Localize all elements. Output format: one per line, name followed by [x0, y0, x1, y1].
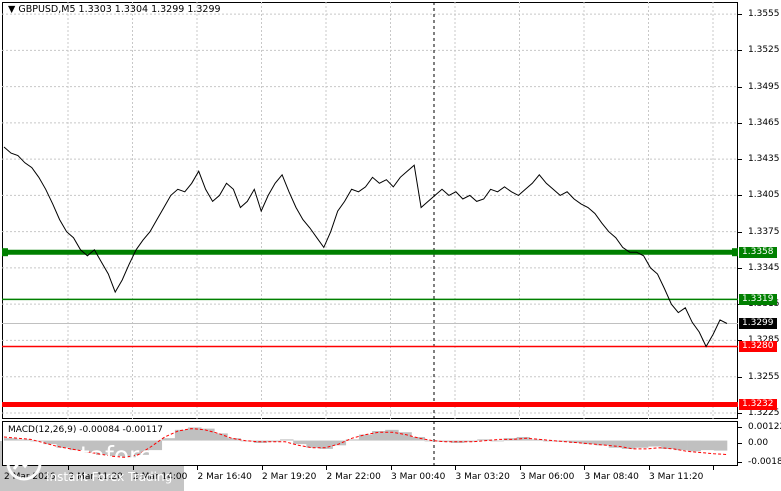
macd-bar	[516, 436, 531, 441]
macd-bar	[477, 439, 491, 441]
time-axis-label: 2 Mar 22:00	[326, 472, 381, 482]
macd-bar	[188, 427, 202, 441]
macd-bar	[319, 440, 333, 449]
level-tag-1280: 1.3280	[739, 340, 777, 352]
time-axis-label: 3 Mar 06:00	[520, 472, 575, 482]
macd-scale[interactable]: 0.00122 0.00 -0.00188	[738, 421, 781, 467]
macd-bar	[648, 440, 662, 447]
macd-bar	[687, 440, 702, 452]
macd-bar	[661, 440, 675, 449]
macd-bar	[30, 440, 44, 442]
macd-scale-bottom: -0.00188	[748, 457, 781, 467]
level-tag-1358: 1.3358	[739, 246, 777, 258]
ohlc-values: 1.3303 1.3304 1.3299 1.3299	[78, 4, 221, 15]
macd-bar	[595, 440, 609, 446]
macd-bar	[700, 440, 715, 451]
macd-bar	[240, 440, 255, 442]
chart-grid	[2, 2, 738, 419]
logo-tagline: Instant Forex Trading	[46, 470, 173, 484]
logo-name: instaforex	[44, 441, 169, 470]
instaforex-logo: instaforex Instant Forex Trading	[0, 441, 184, 491]
time-axis-label: 3 Mar 00:40	[391, 472, 446, 482]
level-tag-1232: 1.3232	[739, 398, 777, 410]
macd-bar	[280, 439, 294, 441]
chart-title: ▼ GBPUSD,M5 1.3303 1.3304 1.3299 1.3299	[8, 4, 221, 15]
macd-bar	[674, 440, 688, 451]
level-marker-left	[2, 248, 8, 257]
symbol-label: GBPUSD,M5	[18, 4, 76, 15]
level-tag-1319: 1.3319	[739, 293, 777, 305]
macd-bar	[4, 438, 18, 441]
current-price-tag: 1.3299	[739, 318, 777, 329]
price-scale[interactable]: 1.3555 1.3525 1.3495 1.3465 1.3435 1.3405 1.33…	[738, 2, 781, 419]
time-axis-label: 2 Mar 16:40	[197, 472, 252, 482]
time-axis-label: 3 Mar 03:20	[455, 472, 510, 482]
time-axis-label: 3 Mar 11:20	[649, 472, 704, 482]
logo-icon	[6, 445, 42, 481]
macd-bar	[556, 440, 570, 442]
price-scale-label: 1.3435	[748, 154, 780, 165]
price-series	[3, 146, 728, 348]
macd-bar	[201, 428, 215, 441]
macd-bar	[293, 440, 307, 445]
macd-bar	[450, 440, 465, 443]
time-axis-label: 3 Mar 08:40	[584, 472, 639, 482]
price-scale-label: 1.3375	[748, 226, 780, 237]
macd-bar	[490, 440, 504, 442]
price-scale-label: 1.3555	[748, 9, 780, 20]
time-axis-label: 2 Mar 19:20	[262, 472, 317, 482]
price-scale-label: 1.3255	[748, 371, 780, 382]
price-scale-label: 1.3345	[748, 262, 780, 273]
macd-bar	[385, 429, 399, 441]
price-scale-label: 1.3465	[748, 117, 780, 128]
price-scale-label: 1.3495	[748, 81, 780, 92]
price-chart-svg	[2, 2, 738, 419]
macd-bar	[372, 431, 386, 441]
macd-scale-zero: 0.00	[748, 438, 769, 448]
dropdown-icon[interactable]: ▼	[8, 4, 15, 15]
price-scale-label: 1.3525	[748, 45, 780, 56]
macd-scale-top: 0.00122	[748, 422, 781, 432]
macd-bar	[17, 439, 31, 441]
macd-bar	[634, 440, 649, 448]
macd-bar	[411, 436, 425, 441]
price-scale-label: 1.3405	[748, 190, 780, 201]
macd-title: MACD(12,26,9) -0.00084 -0.00117	[8, 425, 164, 435]
macd-bar	[713, 440, 728, 451]
